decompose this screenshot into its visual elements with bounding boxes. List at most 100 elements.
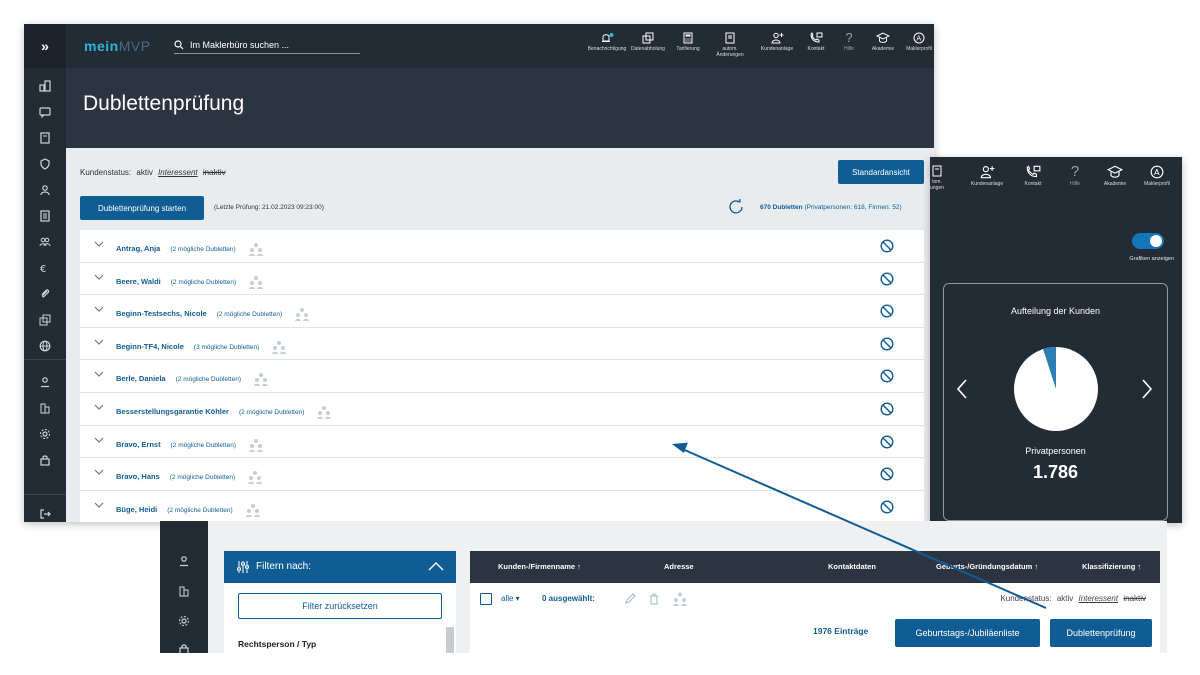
rail-item-attachment[interactable] [24, 284, 66, 304]
merge-customers-icon[interactable] [248, 438, 264, 452]
filter-header[interactable]: Filtern nach: [224, 551, 456, 583]
toolbar-auto-changes-partial[interactable]: tom. ungen [930, 165, 958, 191]
rail-item-lock[interactable] [24, 450, 66, 470]
rail-item-commission[interactable]: € [24, 258, 66, 278]
reset-filter-button[interactable]: Filter zurücksetzen [238, 593, 442, 619]
duplicate-row[interactable]: Antrag, Anja (2 mögliche Dubletten) [80, 230, 924, 263]
rail-item-document[interactable] [24, 128, 66, 148]
status-active-toggle[interactable]: aktiv [1057, 594, 1073, 603]
pencil-icon[interactable] [624, 593, 636, 605]
rail-item-data-fetch[interactable] [24, 310, 66, 330]
rail-item-user[interactable] [24, 372, 66, 392]
column-header-classification[interactable]: Klassifizierung ↑ [1082, 562, 1141, 571]
duplicate-row[interactable]: Berle, Daniela (2 mögliche Dubletten) [80, 360, 924, 393]
ignore-duplicate-icon[interactable] [880, 402, 894, 416]
rail-item-settings[interactable] [24, 424, 66, 444]
toolbar-profile[interactable]: A Maklerprofil [1136, 165, 1178, 187]
duplicate-row[interactable]: Besserstellungsgarantie Köhler (2 möglich… [80, 392, 924, 426]
status-inactive-toggle[interactable]: inaktiv [1123, 594, 1146, 603]
column-header-contact[interactable]: Kontaktdaten [828, 562, 876, 571]
rail-item-contracts[interactable] [24, 206, 66, 226]
chevron-down-icon[interactable] [94, 436, 104, 444]
rail-item-company[interactable] [24, 398, 66, 418]
rail-item-lock[interactable] [160, 639, 208, 653]
toolbar-profile[interactable]: A Maklerprofil [898, 32, 934, 52]
app-logo[interactable]: meinMVP [84, 38, 151, 54]
expand-menu-icon[interactable]: » [24, 24, 66, 68]
merge-customers-icon[interactable] [248, 275, 264, 289]
merge-customers-icon[interactable] [316, 405, 332, 419]
merge-customers-icon[interactable] [672, 591, 688, 607]
ignore-duplicate-icon[interactable] [880, 435, 894, 449]
ignore-duplicate-icon[interactable] [880, 467, 894, 481]
ignore-duplicate-icon[interactable] [880, 239, 894, 253]
merge-customers-icon[interactable] [245, 503, 261, 517]
toolbar-tariff[interactable]: Tarifierung [667, 32, 709, 52]
duplicate-row[interactable]: Bravo, Ernst (2 mögliche Dubletten) [80, 425, 924, 459]
select-all-dropdown[interactable]: alle ▾ [501, 594, 520, 603]
rail-item-dashboard[interactable] [24, 76, 66, 96]
show-charts-toggle[interactable] [1132, 233, 1164, 249]
merge-customers-icon[interactable] [294, 307, 310, 322]
toolbar-add-customer[interactable]: Kundenanlage [756, 32, 798, 52]
merge-customers-icon[interactable] [248, 242, 264, 256]
status-inactive-toggle[interactable]: inaktiv [203, 168, 226, 177]
duplicate-check-button[interactable]: Dublettenprüfung [1050, 619, 1152, 647]
chevron-left-icon[interactable] [956, 378, 968, 400]
duplicate-row[interactable]: Beere, Waldi (2 mögliche Dubletten) [80, 262, 924, 296]
toolbar-help[interactable]: ? Hilfe [1054, 164, 1096, 187]
filter-scrollbar[interactable] [446, 627, 454, 653]
ignore-duplicate-icon[interactable] [880, 369, 894, 383]
search-input[interactable]: Im Maklerbüro suchen ... [174, 36, 360, 54]
birthday-list-button[interactable]: Geburtstags-/Jubiläenliste [895, 619, 1040, 647]
chevron-down-icon[interactable] [94, 273, 104, 281]
chevron-down-icon[interactable] [94, 370, 104, 378]
chevron-down-icon[interactable] [94, 338, 104, 346]
toolbar-label: Hilfe [1069, 181, 1080, 187]
standard-view-button[interactable]: Standardansicht [838, 160, 924, 184]
chevron-down-icon[interactable] [94, 403, 104, 411]
status-interessent-toggle[interactable]: Interessent [1079, 594, 1119, 603]
toolbar-academy[interactable]: Akademie [1094, 165, 1136, 187]
rail-item-globe[interactable] [24, 336, 66, 356]
column-header-name[interactable]: Kunden-/Firmenname ↑ [498, 562, 581, 571]
toolbar-notifications[interactable]: Benachrichtigung [586, 32, 628, 52]
ignore-duplicate-icon[interactable] [880, 500, 894, 514]
duplicate-row[interactable]: Beginn-Testsechs, Nicole (2 mögliche Dubl… [80, 295, 924, 328]
refresh-icon[interactable] [726, 197, 746, 217]
toolbar-contact[interactable]: Kontakt [1012, 165, 1054, 187]
start-duplicate-check-button[interactable]: Dublettenprüfung starten [80, 196, 204, 220]
rail-item-user[interactable] [160, 551, 208, 571]
toolbar-add-customer[interactable]: Kundenanlage [966, 165, 1008, 187]
chevron-right-icon[interactable] [1141, 378, 1153, 400]
chevron-down-icon[interactable] [94, 305, 104, 313]
rail-item-chat[interactable] [24, 102, 66, 122]
ignore-duplicate-icon[interactable] [880, 304, 894, 318]
ignore-duplicate-icon[interactable] [880, 337, 894, 351]
duplicate-row[interactable]: Büge, Heidi (2 mögliche Dubletten) [80, 490, 924, 522]
status-active-toggle[interactable]: aktiv [136, 168, 152, 177]
duplicate-row[interactable]: Beginn-TF4, Nicole (3 mögliche Dubletten) [80, 327, 924, 361]
duplicate-row[interactable]: Bravo, Hans (2 mögliche Dubletten) [80, 458, 924, 491]
merge-customers-icon[interactable] [271, 340, 287, 354]
merge-customers-icon[interactable] [253, 372, 269, 387]
trash-icon[interactable] [648, 593, 660, 605]
rail-item-groups[interactable] [24, 232, 66, 252]
column-header-birthdate[interactable]: Geburts-/Gründungsdatum ↑ [936, 562, 1038, 571]
logout-icon[interactable] [24, 504, 66, 522]
chevron-down-icon[interactable] [94, 501, 104, 509]
chevron-down-icon[interactable] [94, 468, 104, 476]
merge-customers-icon[interactable] [247, 470, 263, 485]
status-interessent-toggle[interactable]: Interessent [158, 168, 198, 177]
rail-item-shield[interactable] [24, 154, 66, 174]
toolbar-data-fetch[interactable]: Datenabholung [627, 32, 669, 52]
select-all-checkbox[interactable] [480, 593, 492, 605]
column-header-address[interactable]: Adresse [664, 562, 694, 571]
rail-item-company[interactable] [160, 581, 208, 601]
chevron-down-icon[interactable] [94, 240, 104, 248]
rail-item-settings[interactable] [160, 611, 208, 631]
toolbar-auto-changes[interactable]: autom. Änderungen [709, 32, 751, 58]
ignore-duplicate-icon[interactable] [880, 272, 894, 286]
chevron-up-icon[interactable] [428, 560, 444, 572]
rail-item-person[interactable] [24, 180, 66, 200]
